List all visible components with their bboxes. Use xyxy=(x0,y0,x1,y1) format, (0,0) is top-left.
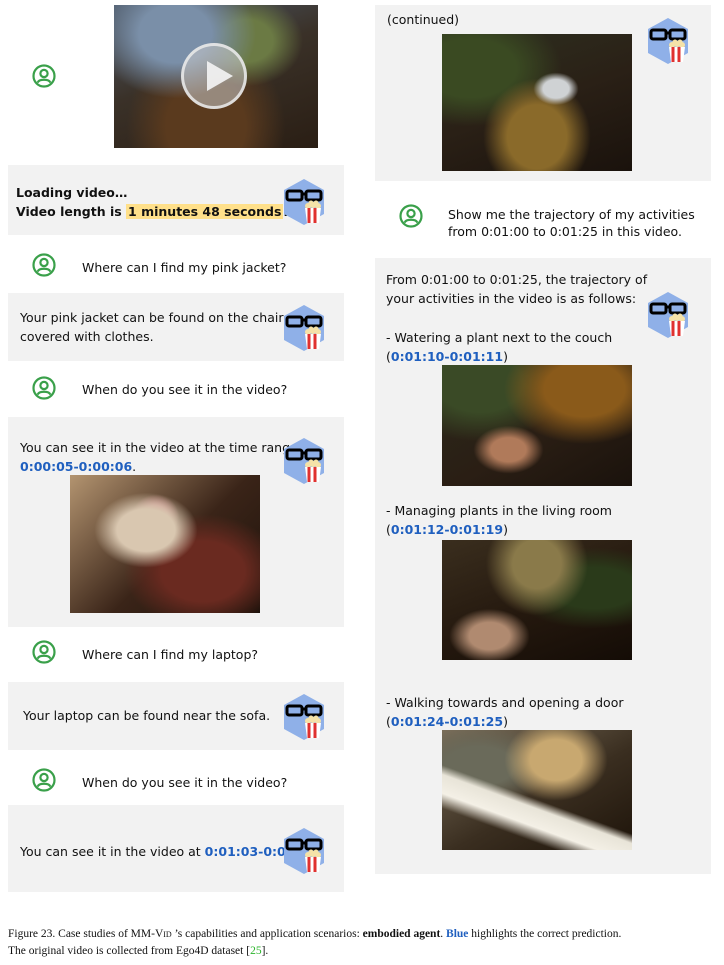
mm-vid-popcorn-icon xyxy=(645,290,691,340)
video-frame xyxy=(70,475,260,613)
mm-vid-popcorn-icon xyxy=(281,826,327,876)
answer-line: your activities in the video is as follo… xyxy=(386,291,637,306)
activity-time-line: (0:01:12-0:01:19) xyxy=(386,522,508,537)
video-frame xyxy=(442,540,632,660)
user-avatar-icon xyxy=(32,376,56,400)
caption-bold-term: embodied agent xyxy=(362,928,441,940)
answer-line: From 0:01:00 to 0:01:25, the trajectory … xyxy=(386,272,648,287)
time-range: 0:01:10-0:01:11 xyxy=(390,349,504,364)
user-avatar-icon xyxy=(32,253,56,277)
time-range: 0:00:05-0:00:06 xyxy=(20,459,133,474)
time-range: 0:01:24-0:01:25 xyxy=(390,714,504,729)
mm-vid-popcorn-icon xyxy=(281,692,327,742)
user-question: When do you see it in the video? xyxy=(82,382,288,397)
video-thumbnail[interactable] xyxy=(114,5,318,148)
video-frame xyxy=(442,730,632,850)
activity-step: - Watering a plant next to the couch xyxy=(386,330,613,345)
continued-label: (continued) xyxy=(387,12,460,27)
figure-caption: Figure 23. Case studies of MM-Vid ’s cap… xyxy=(8,928,622,957)
user-avatar-icon xyxy=(32,64,56,88)
activity-time-line: (0:01:10-0:01:11) xyxy=(386,349,508,364)
user-question: Where can I find my laptop? xyxy=(82,647,259,662)
time-range: 0:01:12-0:01:19 xyxy=(390,522,504,537)
activity-step: - Managing plants in the living room xyxy=(386,503,612,518)
answer-line: covered with clothes. xyxy=(20,329,154,344)
video-frame xyxy=(442,34,632,171)
answer-line: You can see it in the video at the time … xyxy=(20,440,298,455)
caption-blue-word: Blue xyxy=(446,928,469,940)
answer-line: Your pink jacket can be found on the cha… xyxy=(20,310,284,325)
mm-vid-popcorn-icon xyxy=(281,177,327,227)
play-icon[interactable] xyxy=(181,43,247,109)
video-length-line: Video length is 1 minutes 48 seconds. xyxy=(16,204,288,219)
user-avatar-icon xyxy=(399,204,423,228)
activity-step: - Walking towards and opening a door xyxy=(386,695,624,710)
video-length-value: 1 minutes 48 seconds xyxy=(126,204,284,219)
loading-text: Loading video… xyxy=(16,185,128,200)
user-question: Where can I find my pink jacket? xyxy=(82,260,287,275)
answer-line: Your laptop can be found near the sofa. xyxy=(23,708,271,723)
video-frame xyxy=(442,365,632,486)
user-question: When do you see it in the video? xyxy=(82,775,288,790)
activity-time-line: (0:01:24-0:01:25) xyxy=(386,714,508,729)
mm-vid-popcorn-icon xyxy=(281,303,327,353)
user-avatar-icon xyxy=(32,768,56,792)
answer-line: You can see it in the video at 0:01:03-0… xyxy=(20,844,317,859)
user-question: from 0:01:00 to 0:01:25 in this video. xyxy=(448,224,682,239)
mm-vid-popcorn-icon xyxy=(645,16,691,66)
user-avatar-icon xyxy=(32,640,56,664)
answer-time-line: 0:00:05-0:00:06. xyxy=(20,459,137,474)
citation-link[interactable]: 25 xyxy=(250,945,262,957)
mm-vid-popcorn-icon xyxy=(281,436,327,486)
